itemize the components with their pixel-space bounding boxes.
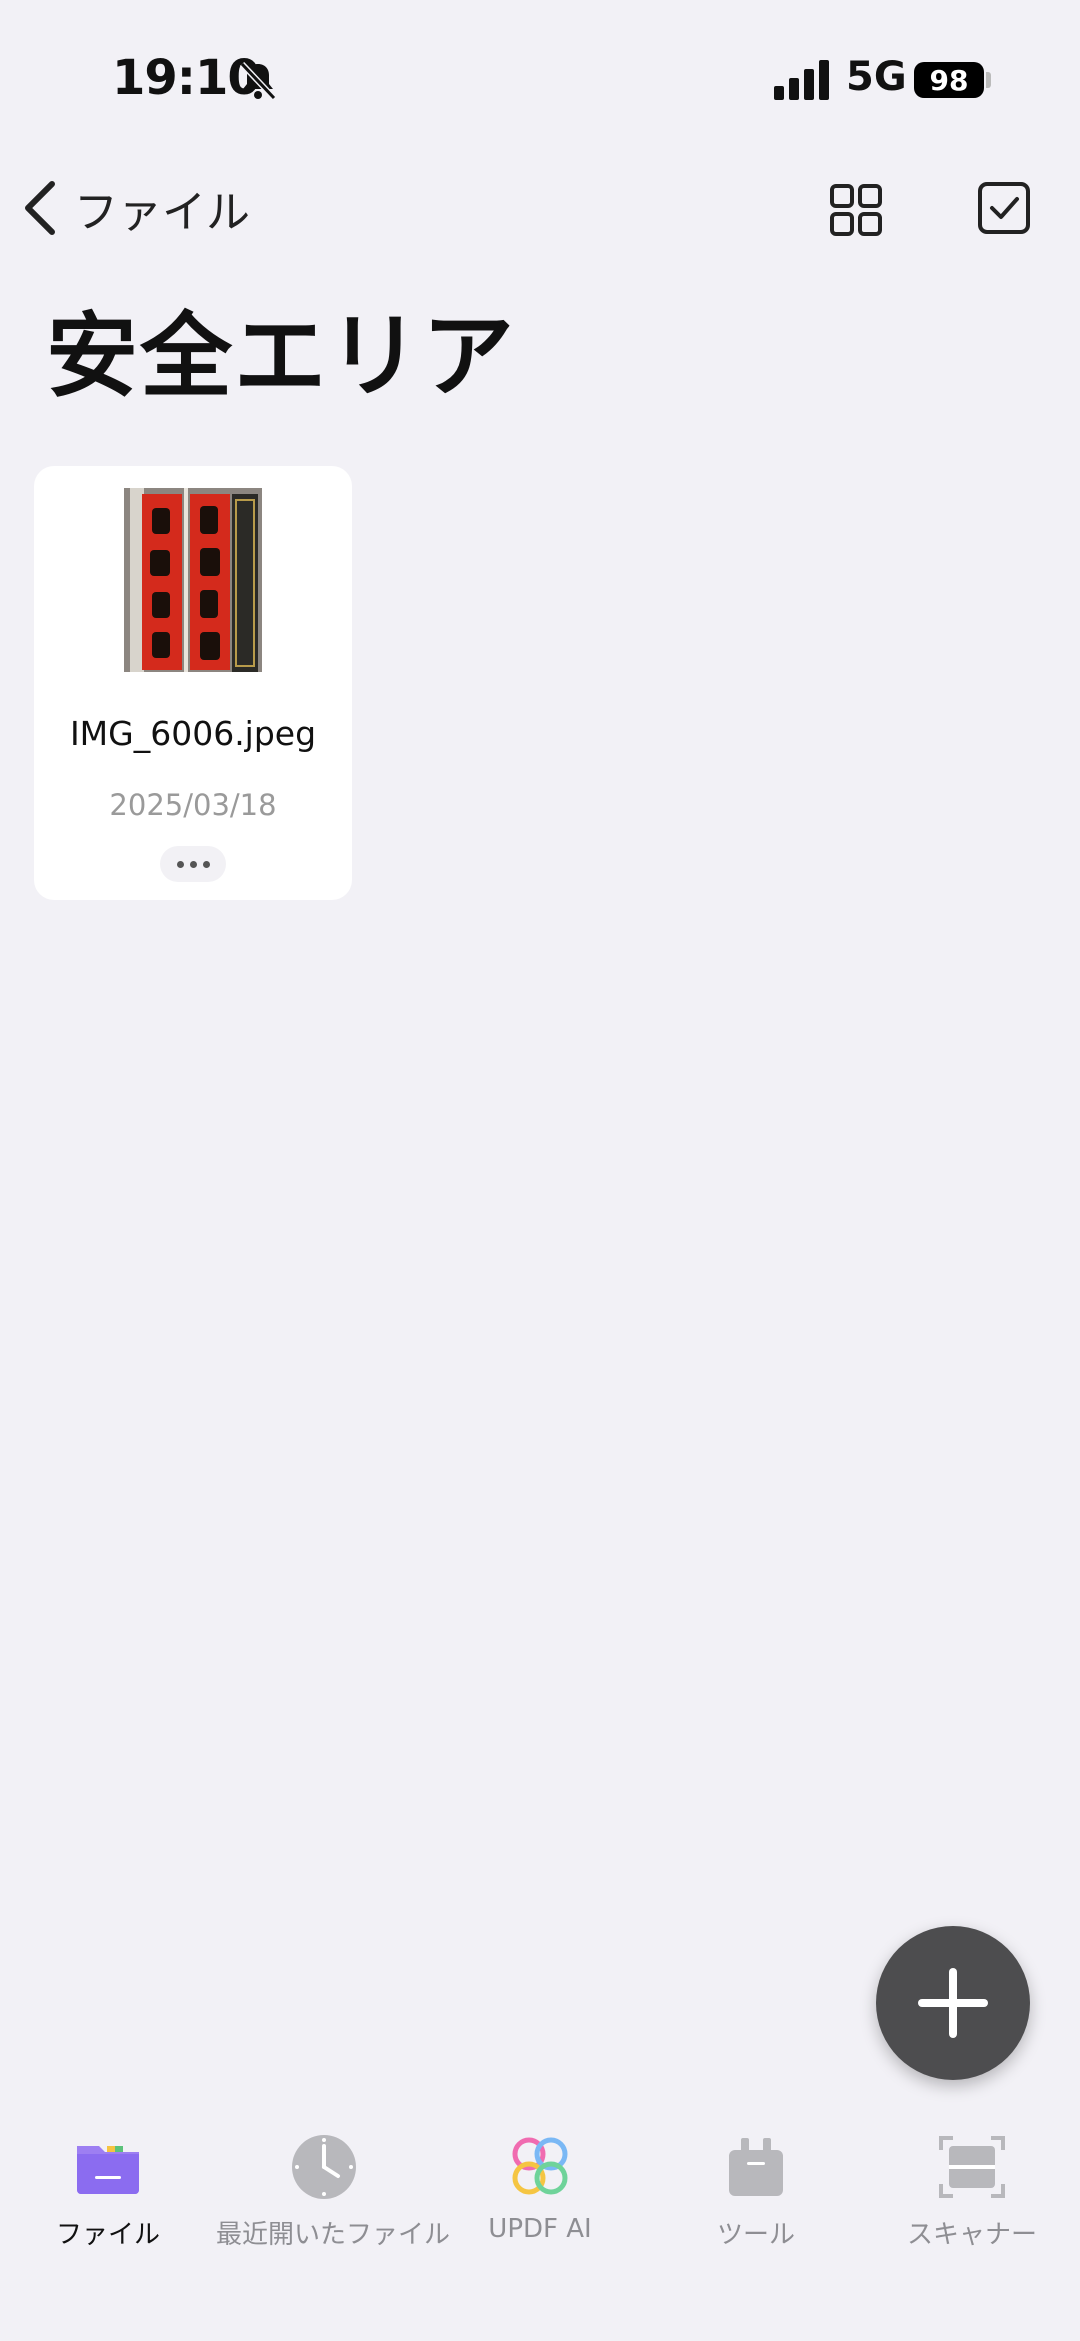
add-button[interactable] [876, 1926, 1030, 2080]
plus-icon [918, 1968, 988, 2038]
tab-tools[interactable]: ツール [648, 2120, 864, 2250]
tab-recent[interactable]: 最近開いたファイル [216, 2120, 451, 2250]
more-dots-icon [176, 860, 184, 868]
folder-icon [77, 2146, 139, 2194]
tab-updf-ai[interactable]: UPDF AI [432, 2120, 648, 2250]
more-dot [202, 860, 210, 868]
tab-label: ツール [716, 2220, 795, 2250]
clock-icon [292, 2135, 356, 2199]
signal-icon [774, 60, 829, 100]
file-thumbnail [124, 488, 262, 672]
tab-files[interactable]: ファイル [0, 2120, 216, 2250]
toolbox-icon [729, 2138, 783, 2196]
tab-scanner[interactable]: スキャナー [864, 2120, 1080, 2250]
scanner-icon [939, 2136, 1005, 2198]
back-label: ファイル [74, 187, 250, 238]
tab-label: 最近開いたファイル [216, 2220, 451, 2250]
battery-tip [986, 72, 991, 88]
file-name: IMG_6006.jpeg [69, 714, 317, 753]
file-date: 2025/03/18 [109, 788, 277, 822]
tab-label: UPDF AI [488, 2214, 592, 2244]
tab-label: ファイル [55, 2220, 160, 2250]
battery-indicator: 98 [914, 62, 984, 98]
tab-label: スキャナー [906, 2220, 1037, 2250]
back-button[interactable]: ファイル [18, 176, 250, 240]
page-title: 安全エリア [46, 303, 517, 410]
bell-muted-icon [239, 61, 277, 101]
grid-view-icon[interactable] [826, 180, 886, 240]
more-options-button[interactable] [160, 846, 226, 882]
updf-ai-icon [512, 2137, 568, 2195]
chevron-left-icon [25, 181, 55, 235]
network-type: 5G [846, 54, 907, 100]
file-card[interactable]: IMG_6006.jpeg 2025/03/18 [34, 466, 352, 900]
select-checkbox-icon[interactable] [974, 178, 1034, 238]
more-dot [189, 860, 197, 868]
